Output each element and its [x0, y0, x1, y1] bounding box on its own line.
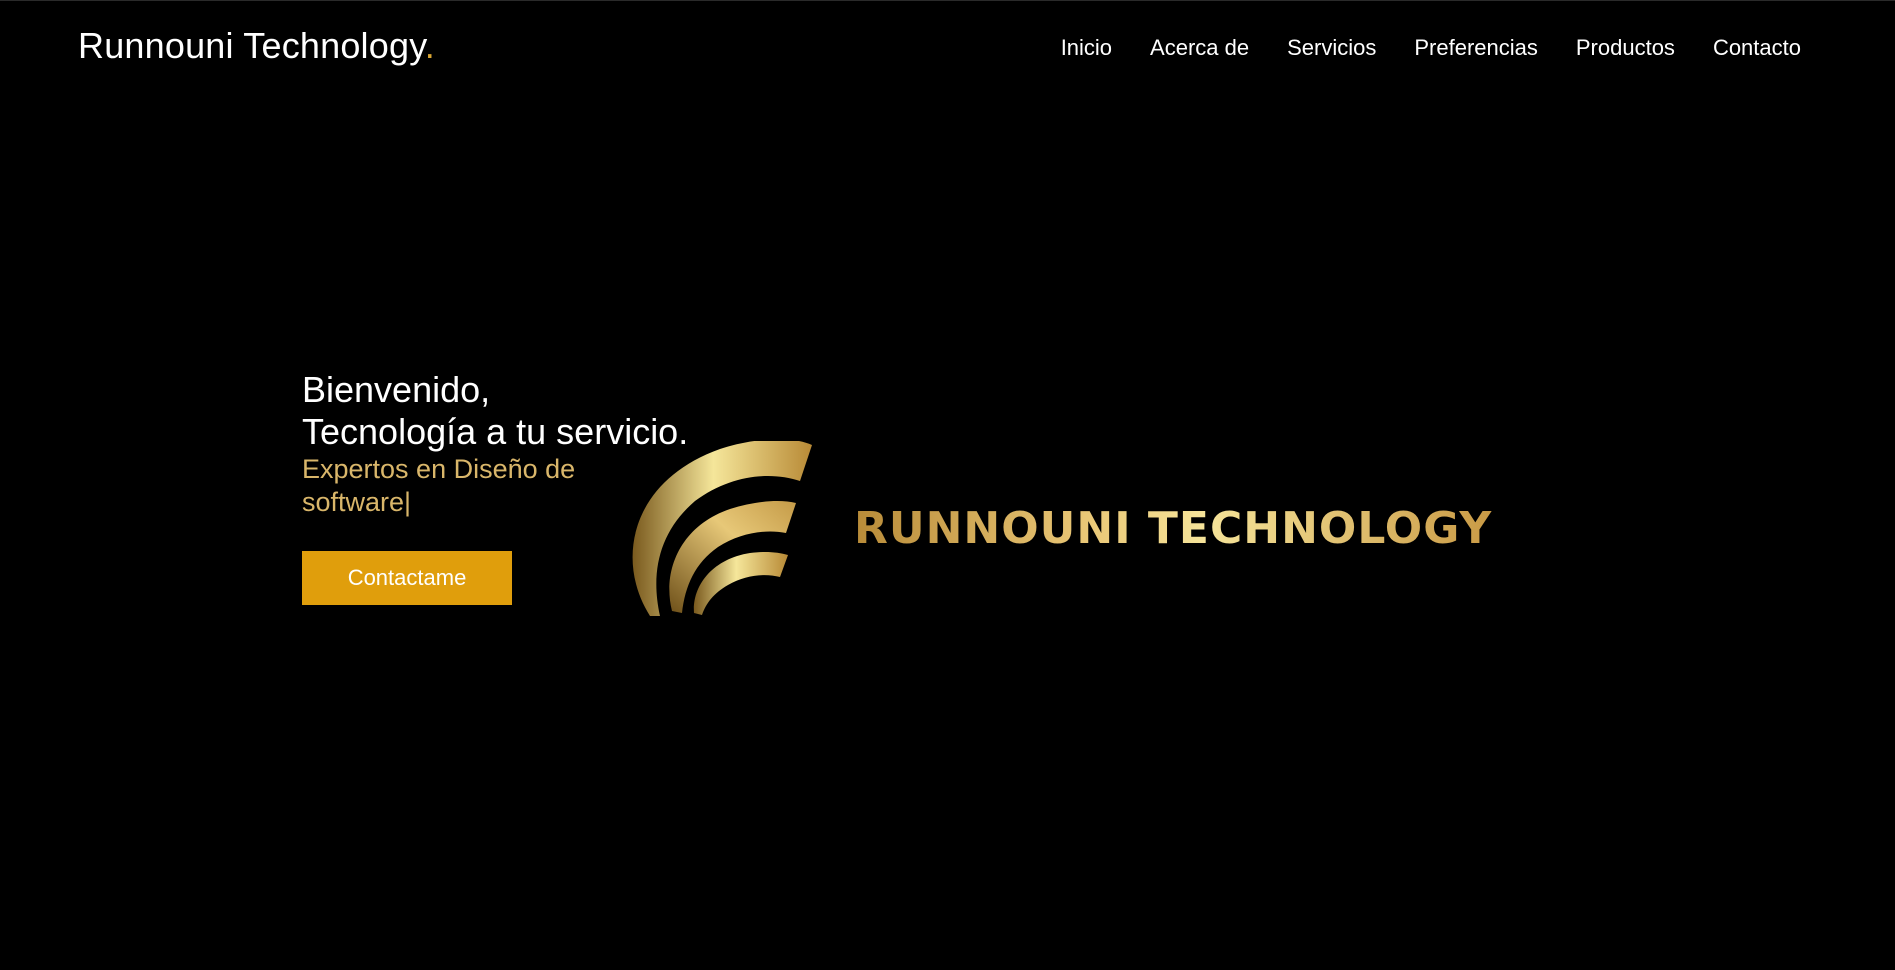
brand-dot: .	[424, 25, 435, 66]
hero-heading: Bienvenido, Tecnología a tu servicio.	[302, 369, 722, 453]
nav-item-inicio[interactable]: Inicio	[1061, 35, 1112, 61]
nav-item-productos[interactable]: Productos	[1576, 35, 1675, 61]
nav-item-servicios[interactable]: Servicios	[1287, 35, 1376, 61]
nav-item-preferencias[interactable]: Preferencias	[1414, 35, 1538, 61]
hero-section: Bienvenido, Tecnología a tu servicio. Ex…	[302, 369, 722, 605]
hero-line-1: Bienvenido,	[302, 369, 491, 410]
nav-item-contacto[interactable]: Contacto	[1713, 35, 1801, 61]
logo-wordmark: RUNNOUNI TECHNOLOGY	[854, 503, 1493, 554]
hero-subtitle-text: Expertos en Diseño de software	[302, 454, 576, 517]
contact-button[interactable]: Contactame	[302, 551, 512, 605]
hero-subtitle: Expertos en Diseño de software|	[302, 453, 622, 519]
brand-name: Runnouni Technology	[78, 25, 425, 66]
site-logo-link[interactable]: Runnouni Technology.	[78, 25, 435, 67]
hero-line-2: Tecnología a tu servicio.	[302, 411, 689, 452]
main-nav: Inicio Acerca de Servicios Preferencias …	[1023, 35, 1801, 61]
page: Runnouni Technology. Inicio Acerca de Se…	[0, 0, 1895, 970]
nav-item-acerca-de[interactable]: Acerca de	[1150, 35, 1249, 61]
typing-cursor: |	[404, 487, 412, 517]
